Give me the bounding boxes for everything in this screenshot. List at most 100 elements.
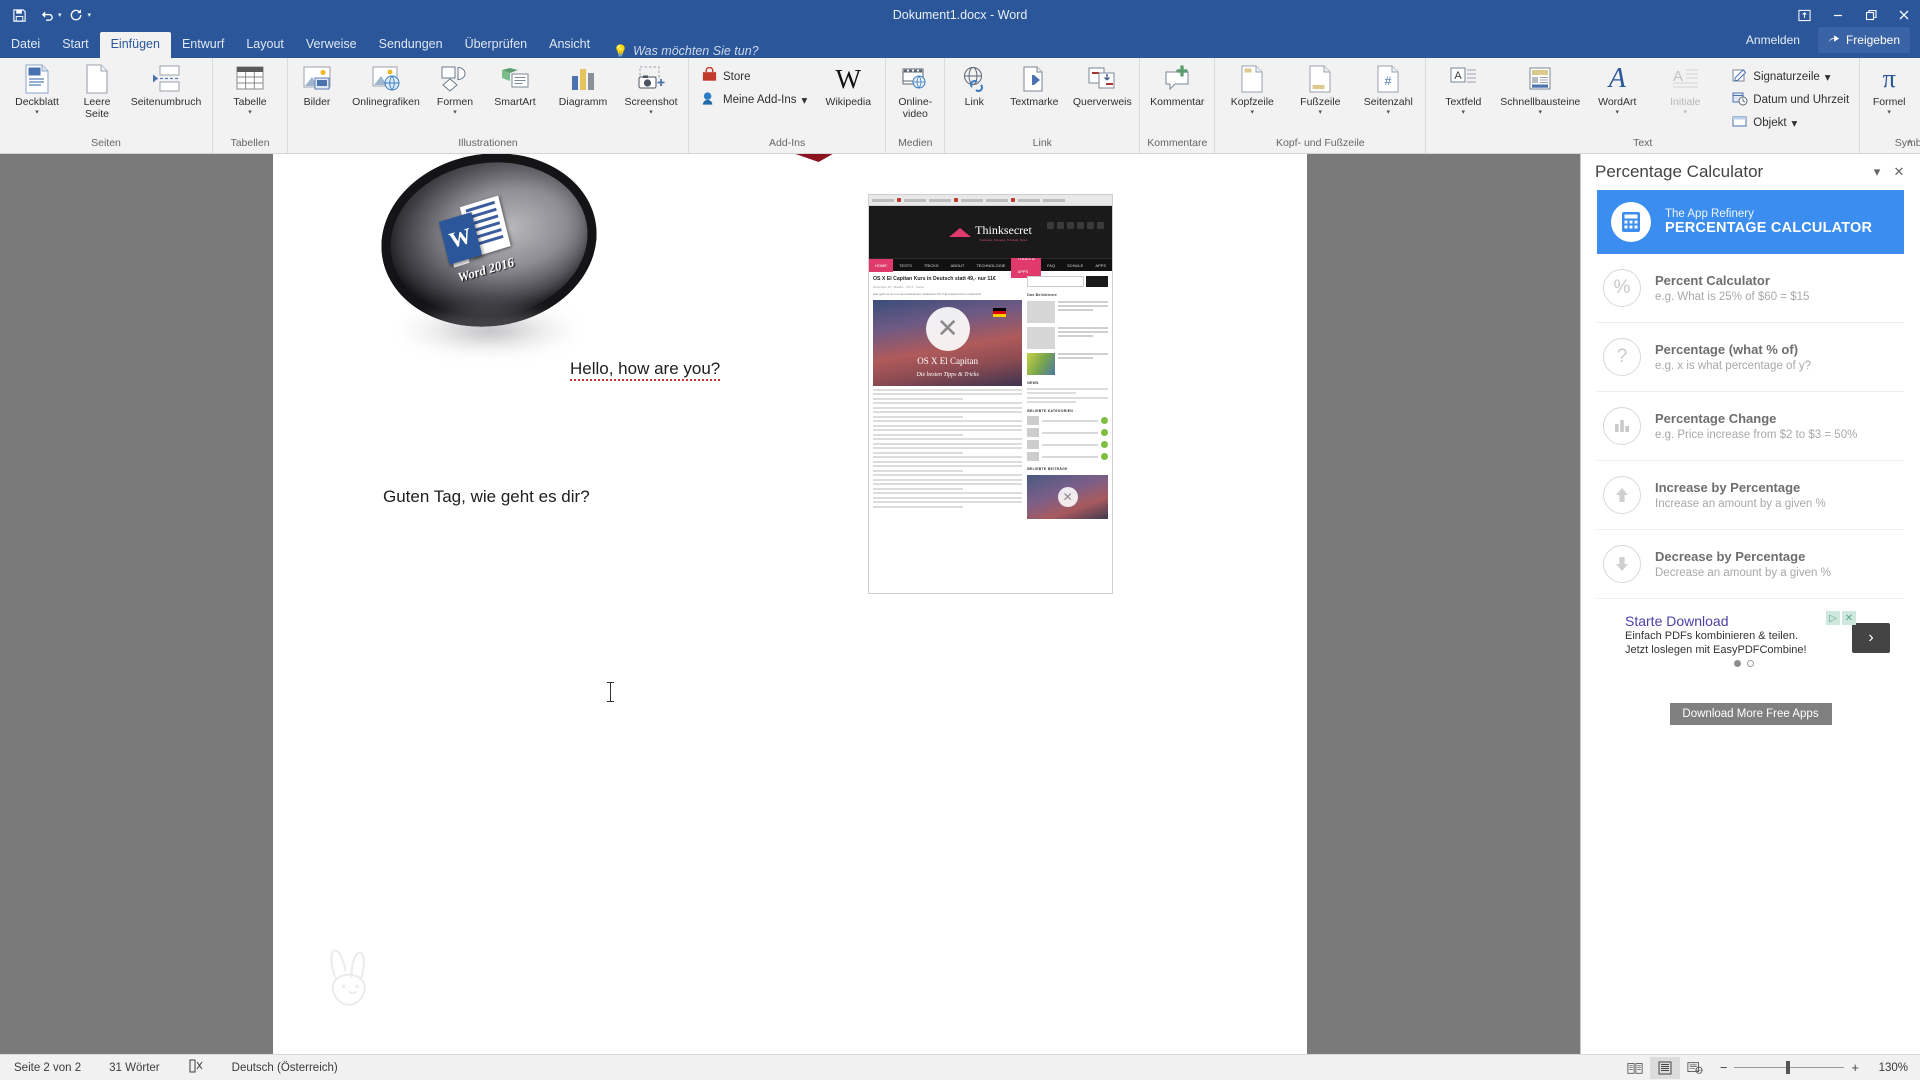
task-pane-options-icon[interactable]: ▾ (1866, 164, 1888, 180)
taskpane-item-decrease-by-percentage[interactable]: Decrease by Percentage Decrease an amoun… (1597, 530, 1904, 599)
ad-close-icon[interactable]: ✕ (1842, 611, 1856, 625)
web-layout-button[interactable] (1680, 1057, 1710, 1079)
chevron-down-icon[interactable]: ▾ (1462, 109, 1466, 117)
chevron-down-icon[interactable]: ▾ (1792, 116, 1798, 130)
pictures-button[interactable]: Bilder (291, 61, 343, 111)
chevron-down-icon[interactable]: ▾ (1684, 109, 1688, 117)
ad-carousel-dots[interactable] (1625, 660, 1852, 667)
online-pictures-button[interactable]: Onlinegrafiken (343, 61, 429, 111)
bookmark-button[interactable]: Textmarke (1000, 61, 1068, 111)
site-nav-about[interactable]: ABOUT (945, 259, 971, 272)
print-layout-button[interactable] (1649, 1056, 1680, 1079)
page-number-button[interactable]: # Seitenzahl ▾ (1354, 61, 1422, 119)
store-button[interactable]: Store (696, 65, 812, 88)
close-icon[interactable] (1887, 0, 1920, 30)
site-sidebar-card[interactable] (1027, 353, 1108, 375)
share-button[interactable]: Freigeben (1817, 27, 1910, 53)
website-screenshot-image[interactable]: Thinksecret Testnews, Reviews, Tutorials… (868, 194, 1113, 594)
zoom-track[interactable] (1734, 1061, 1845, 1074)
site-nav[interactable]: HOME TESTS TRICKS ABOUT TECHNOLOGIE TOOL… (869, 252, 1112, 278)
chevron-down-icon[interactable]: ▾ (802, 93, 808, 107)
site-search[interactable] (1027, 276, 1108, 287)
zoom-out-button[interactable]: − (1720, 1060, 1728, 1075)
site-sidebar-list-item[interactable] (1027, 428, 1108, 437)
header-button[interactable]: Kopfzeile ▾ (1218, 61, 1286, 119)
site-nav-tests[interactable]: TESTS (893, 259, 918, 272)
wikipedia-button[interactable]: W Wikipedia (814, 61, 882, 111)
footer-button[interactable]: Fußzeile ▾ (1286, 61, 1354, 119)
chevron-down-icon[interactable]: ▾ (1825, 70, 1831, 84)
word-count[interactable]: 31 Wörter (95, 1062, 174, 1074)
ribbon-display-options-icon[interactable] (1788, 0, 1821, 30)
paragraph-guten-tag[interactable]: Guten Tag, wie geht es dir? (383, 487, 590, 507)
site-nav-apps[interactable]: APPS (1089, 259, 1112, 272)
tab-ueberpruefen[interactable]: Überprüfen (454, 32, 539, 58)
zoom-slider[interactable]: − + 130% (1720, 1060, 1908, 1075)
task-pane-close-icon[interactable]: ✕ (1888, 164, 1910, 180)
collapse-ribbon-icon[interactable]: ∧ (1906, 136, 1914, 149)
page-break-button[interactable]: Seitenumbruch (123, 61, 209, 111)
site-nav-home[interactable]: HOME (869, 258, 893, 272)
tab-ansicht[interactable]: Ansicht (538, 32, 601, 58)
cover-page-button[interactable]: Deckblatt ▾ (3, 61, 71, 119)
wordart-button[interactable]: A WordArt ▾ (1583, 61, 1651, 119)
table-button[interactable]: Tabelle ▾ (216, 61, 284, 119)
date-time-button[interactable]: Datum und Uhrzeit (1727, 88, 1854, 111)
smartart-button[interactable]: SmartArt (481, 61, 549, 111)
ad-info-icon[interactable]: ▷ (1826, 611, 1840, 625)
site-nav-tricks[interactable]: TRICKS (918, 259, 945, 272)
ad-dot-active[interactable] (1733, 660, 1741, 667)
site-search-button[interactable] (1086, 276, 1108, 287)
tab-sendungen[interactable]: Sendungen (368, 32, 454, 58)
page-indicator[interactable]: Seite 2 von 2 (0, 1062, 95, 1074)
chevron-down-icon[interactable]: ▾ (1887, 109, 1891, 117)
document-scroll-area[interactable]: W Word 2016 Hello, how are you? Guten Ta… (0, 154, 1580, 1054)
undo-dropdown-icon[interactable]: ▾ (58, 11, 62, 19)
tab-layout[interactable]: Layout (235, 32, 295, 58)
chevron-down-icon[interactable]: ▾ (1319, 109, 1323, 117)
zoom-thumb[interactable] (1786, 1061, 1791, 1074)
paragraph-hello[interactable]: Hello, how are you? (570, 359, 721, 381)
site-nav-technologie[interactable]: TECHNOLOGIE (970, 259, 1011, 272)
site-search-input[interactable] (1027, 276, 1084, 287)
site-sidebar-card[interactable] (1027, 327, 1108, 349)
read-mode-button[interactable] (1620, 1057, 1650, 1079)
restore-icon[interactable] (1854, 0, 1887, 30)
chevron-down-icon[interactable]: ▾ (248, 109, 252, 117)
proofing-errors-icon[interactable] (174, 1059, 218, 1076)
symbol-button[interactable]: Ω Symbol ▾ (1915, 61, 1920, 119)
drop-cap-button[interactable]: A Initiale ▾ (1651, 61, 1719, 119)
advertisement[interactable]: Starte Download Einfach PDFs kombinieren… (1597, 611, 1904, 667)
screenshot-button[interactable]: Screenshot ▾ (617, 61, 685, 119)
zoom-in-button[interactable]: + (1851, 1060, 1859, 1075)
blank-page-button[interactable]: Leere Seite (71, 61, 123, 122)
qat-customize-icon[interactable]: ▾ (88, 11, 92, 19)
chevron-down-icon[interactable]: ▾ (1539, 109, 1543, 117)
tell-me-search[interactable]: 💡 Was möchten Sie tun? (601, 44, 758, 58)
tab-einfuegen[interactable]: Einfügen (99, 32, 171, 58)
tab-datei[interactable]: Datei (0, 32, 51, 58)
chart-button[interactable]: Diagramm (549, 61, 617, 111)
chevron-down-icon[interactable]: ▾ (649, 109, 653, 117)
ad-title[interactable]: Starte Download (1625, 613, 1852, 629)
chevron-down-icon[interactable]: ▾ (1616, 109, 1620, 117)
equation-button[interactable]: π Formel ▾ (1863, 61, 1915, 119)
taskpane-item-percentage-what-percent-of[interactable]: ? Percentage (what % of) e.g. x is what … (1597, 323, 1904, 392)
online-video-button[interactable]: Online- video (889, 61, 941, 122)
new-comment-button[interactable]: Kommentar (1143, 61, 1211, 111)
site-nav-faq[interactable]: FAQ (1041, 259, 1061, 272)
chevron-down-icon[interactable]: ▾ (453, 109, 457, 117)
site-sidebar-card[interactable] (1027, 301, 1108, 323)
ad-next-arrow-button[interactable]: › (1852, 623, 1890, 653)
tab-entwurf[interactable]: Entwurf (171, 32, 235, 58)
taskpane-item-percent-calculator[interactable]: % Percent Calculator e.g. What is 25% of… (1597, 254, 1904, 323)
zoom-level[interactable]: 130% (1866, 1062, 1908, 1074)
chevron-down-icon[interactable]: ▾ (35, 109, 39, 117)
ad-dot-inactive[interactable] (1746, 660, 1754, 667)
download-more-free-apps-button[interactable]: Download More Free Apps (1669, 703, 1832, 725)
ad-text[interactable]: Starte Download Einfach PDFs kombinieren… (1597, 613, 1852, 667)
site-sidebar-list-item[interactable] (1027, 416, 1108, 425)
redo-icon[interactable] (64, 3, 90, 27)
language-indicator[interactable]: Deutsch (Österreich) (218, 1062, 352, 1074)
minimize-icon[interactable] (1821, 0, 1854, 30)
